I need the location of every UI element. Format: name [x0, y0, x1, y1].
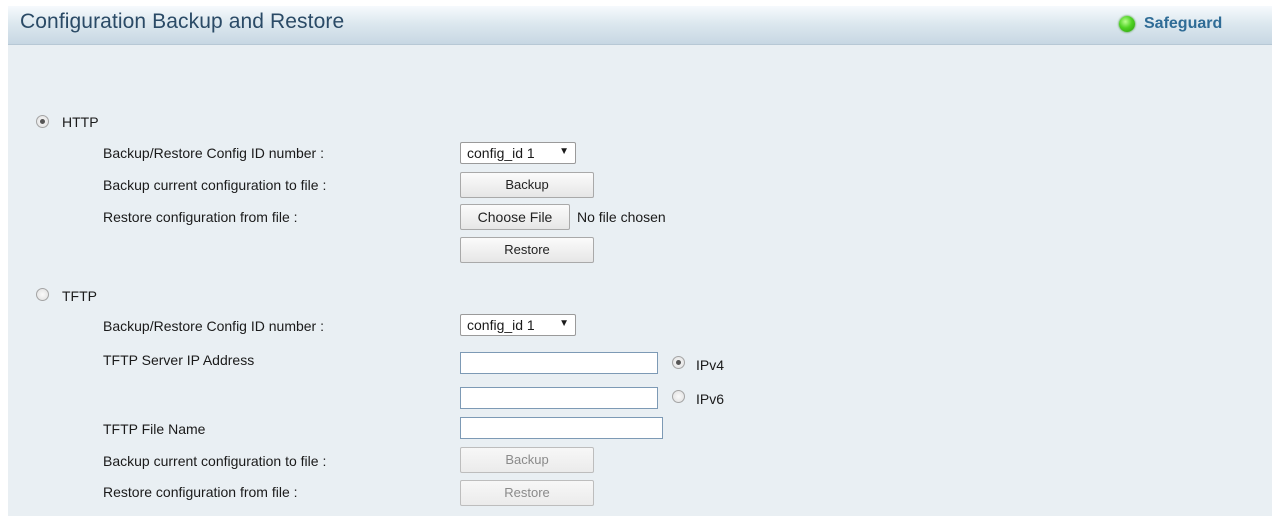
http-label: HTTP	[62, 114, 99, 130]
http-restore-button[interactable]: Restore	[460, 237, 594, 263]
tftp-backup-label: Backup current configuration to file :	[103, 453, 327, 469]
page-title: Configuration Backup and Restore	[20, 10, 345, 33]
tftp-config-id-label: Backup/Restore Config ID number :	[103, 318, 324, 334]
tftp-config-id-value: config_id 1	[467, 317, 535, 333]
ipv6-label: IPv6	[696, 391, 725, 407]
tftp-radio[interactable]	[36, 288, 49, 301]
ipv4-label: IPv4	[696, 357, 725, 373]
tftp-server-ip-label: TFTP Server IP Address	[103, 352, 255, 368]
tftp-file-name-label: TFTP File Name	[103, 421, 206, 437]
tftp-restore-button[interactable]: Restore	[460, 480, 594, 506]
tftp-restore-label: Restore configuration from file :	[103, 484, 298, 500]
status-led-icon	[1119, 16, 1135, 32]
http-config-id-select[interactable]: config_id 1 ▼	[460, 142, 576, 164]
choose-file-button[interactable]: Choose File	[460, 204, 570, 230]
http-config-id-label: Backup/Restore Config ID number :	[103, 145, 324, 161]
safeguard-status-label: Safeguard	[1144, 15, 1223, 32]
tftp-config-id-select[interactable]: config_id 1 ▼	[460, 314, 576, 336]
tftp-ipv6-input[interactable]	[460, 387, 658, 409]
ipv6-radio[interactable]	[672, 390, 685, 403]
http-restore-label: Restore configuration from file :	[103, 209, 298, 225]
dropdown-arrow-icon: ▼	[559, 146, 569, 157]
http-backup-label: Backup current configuration to file :	[103, 177, 327, 193]
http-radio[interactable]	[36, 115, 49, 128]
tftp-file-name-input[interactable]	[460, 417, 663, 439]
tftp-backup-button[interactable]: Backup	[460, 447, 594, 473]
http-backup-button[interactable]: Backup	[460, 172, 594, 198]
dropdown-arrow-icon: ▼	[559, 318, 569, 329]
ipv4-radio[interactable]	[672, 356, 685, 369]
http-config-id-value: config_id 1	[467, 145, 535, 161]
tftp-ipv4-input[interactable]	[460, 352, 658, 374]
tftp-label: TFTP	[62, 288, 97, 304]
page-header: Configuration Backup and Restore Safegua…	[8, 6, 1272, 45]
config-backup-restore-panel: Configuration Backup and Restore Safegua…	[8, 6, 1272, 516]
file-status-text: No file chosen	[577, 209, 666, 225]
